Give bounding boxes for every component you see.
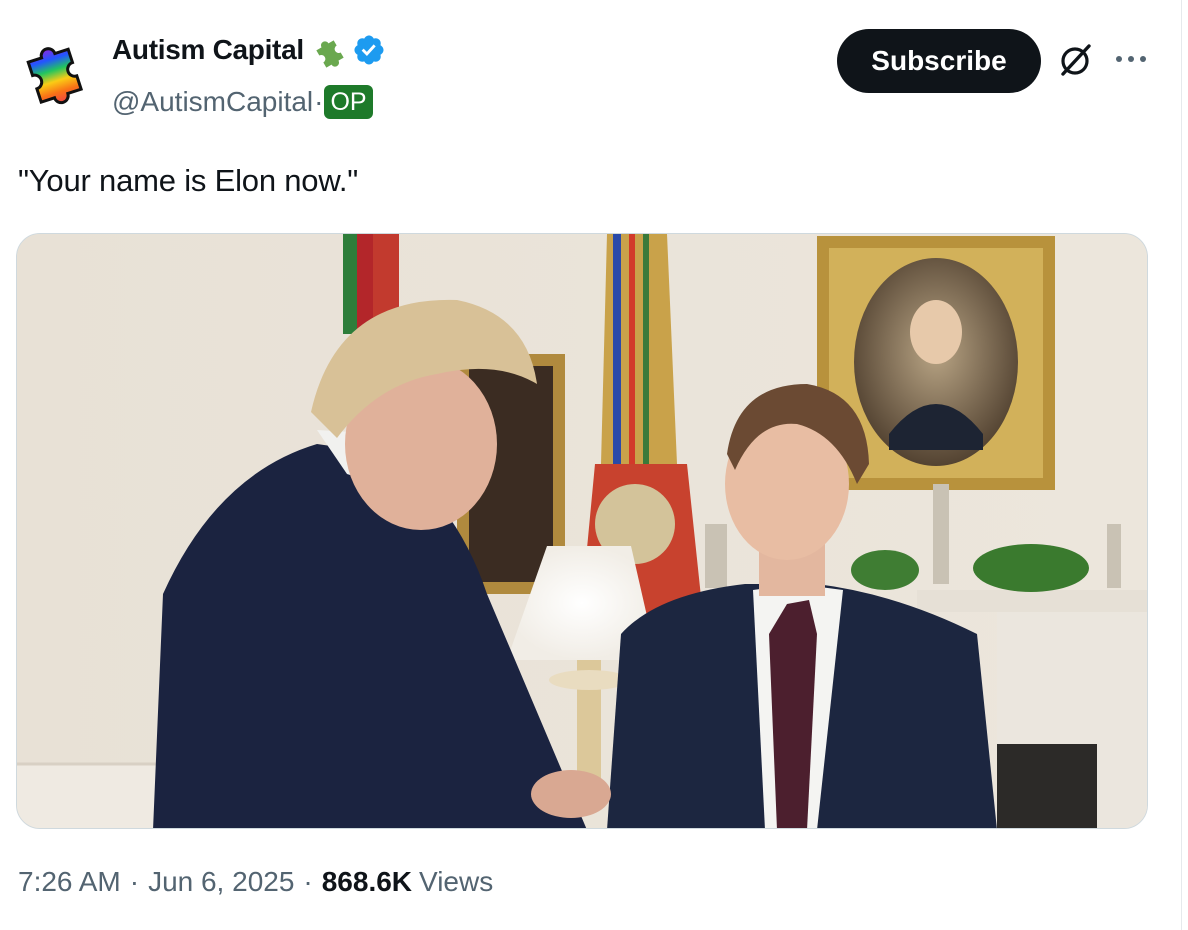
views-count[interactable]: 868.6K: [322, 866, 412, 898]
green-puzzle-piece-icon: [316, 40, 344, 68]
post-date[interactable]: Jun 6, 2025: [148, 866, 294, 898]
more-icon[interactable]: [1110, 44, 1152, 74]
post-text: "Your name is Elon now.": [18, 163, 359, 198]
handle-separator: ·: [314, 86, 324, 117]
verified-badge-icon: [354, 35, 384, 65]
grok-icon[interactable]: [1058, 42, 1094, 78]
meta-separator: ·: [303, 866, 313, 897]
post-time[interactable]: 7:26 AM: [18, 866, 121, 898]
photo-scene: [17, 234, 1147, 828]
meta-separator: ·: [129, 866, 140, 897]
timeline-divider: [1181, 0, 1182, 930]
views-label: Views: [419, 866, 494, 897]
post-header: Autism Capital @AutismCapital · OP Subsc…: [18, 29, 1168, 130]
name-row: Autism Capital: [112, 30, 386, 70]
post-photo[interactable]: [16, 233, 1148, 829]
display-name[interactable]: Autism Capital: [112, 34, 304, 66]
subscribe-button[interactable]: Subscribe: [837, 29, 1041, 93]
post-meta: 7:26 AM · Jun 6, 2025 · 868.6K Views: [18, 866, 493, 898]
handle[interactable]: @AutismCapital: [112, 86, 313, 118]
avatar[interactable]: [18, 32, 94, 108]
handle-row: @AutismCapital · OP: [112, 84, 373, 120]
op-badge: OP: [324, 85, 373, 119]
